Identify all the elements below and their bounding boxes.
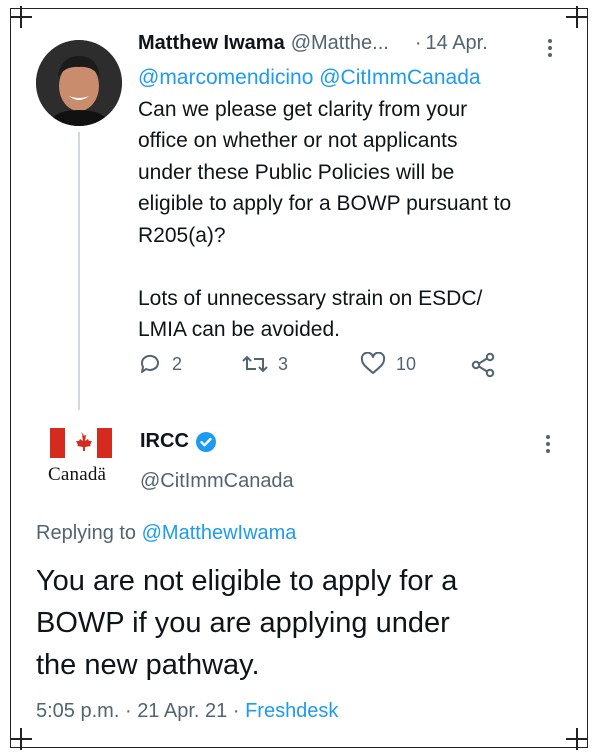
frame-corner xyxy=(10,728,32,750)
retweet-button[interactable]: 3 xyxy=(242,352,288,376)
author-handle[interactable]: @Matthe... xyxy=(291,32,389,54)
reply-button[interactable]: 2 xyxy=(138,352,182,376)
share-icon xyxy=(471,352,495,378)
retweet-count: 3 xyxy=(278,353,289,374)
retweet-icon xyxy=(242,355,268,373)
verified-badge-icon xyxy=(195,431,216,452)
like-icon xyxy=(360,352,386,374)
frame-corner xyxy=(10,6,32,28)
author-handle[interactable]: @CitImmCanada xyxy=(140,470,294,493)
tweet-text-line: R205(a)? xyxy=(138,223,226,247)
tweet-text-line: You are not eligible to apply for a xyxy=(36,565,458,597)
date-separator: · xyxy=(414,32,422,54)
avatar-photo xyxy=(36,40,122,126)
tweet-text-line: office on whether or not applicants xyxy=(138,129,458,152)
thread-connector-line xyxy=(78,132,80,410)
more-icon[interactable] xyxy=(546,432,550,456)
frame-corner xyxy=(566,6,588,28)
canada-flag-icon xyxy=(50,428,112,458)
tweet-text-line: under these Public Policies will be xyxy=(138,160,455,184)
tweet-time[interactable]: 5:05 p.m. xyxy=(36,700,119,722)
tweet-text-line: BOWP if you are applying under xyxy=(36,607,450,639)
tweet-date[interactable]: 21 Apr. 21 xyxy=(137,700,227,722)
reply-icon xyxy=(140,354,159,373)
tweet-mentions[interactable]: @marcomendicino @CitImmCanada xyxy=(138,62,568,94)
replying-to-handle[interactable]: @MatthewIwama xyxy=(142,522,297,544)
more-icon[interactable] xyxy=(548,36,552,60)
like-count: 10 xyxy=(396,353,417,374)
tweet1-header: Matthew Iwama @Matthe... · 14 Apr. xyxy=(138,32,488,55)
canada-wordmark: Canadä xyxy=(48,464,107,485)
meta-separator: · xyxy=(124,700,132,722)
tweet2-body: You are not eligible to apply for a BOWP… xyxy=(36,560,566,686)
replying-to-label: Replying to xyxy=(36,522,137,544)
tweet2-author: IRCC xyxy=(140,430,217,453)
tweet-text-line: Lots of unnecessary strain on ESDC/ xyxy=(138,286,483,310)
meta-separator: · xyxy=(232,700,240,722)
tweet-metadata: 5:05 p.m. · 21 Apr. 21 · Freshdesk xyxy=(36,700,338,723)
avatar[interactable] xyxy=(36,40,122,126)
tweet-text-line: LMIA can be avoided. xyxy=(138,318,340,341)
like-button[interactable]: 10 xyxy=(360,352,416,376)
tweet-date[interactable]: 14 Apr. xyxy=(426,32,488,54)
author-name[interactable]: Matthew Iwama xyxy=(138,32,285,54)
tweet1-body: @marcomendicino @CitImmCanada Can we ple… xyxy=(138,62,568,346)
tweet-text-line: eligible to apply for a BOWP pursuant to xyxy=(138,192,512,215)
tweet-text-line: Can we please get clarity from your xyxy=(138,97,468,121)
tweet-text-line: the new pathway. xyxy=(36,649,260,681)
tweet-source[interactable]: Freshdesk xyxy=(245,700,338,722)
frame-corner xyxy=(566,728,588,750)
author-name[interactable]: IRCC xyxy=(140,430,189,453)
share-button[interactable] xyxy=(470,352,496,378)
replying-to: Replying to @MatthewIwama xyxy=(36,522,296,545)
reply-count: 2 xyxy=(172,353,183,374)
ircc-logo[interactable]: Canadä xyxy=(48,428,126,486)
